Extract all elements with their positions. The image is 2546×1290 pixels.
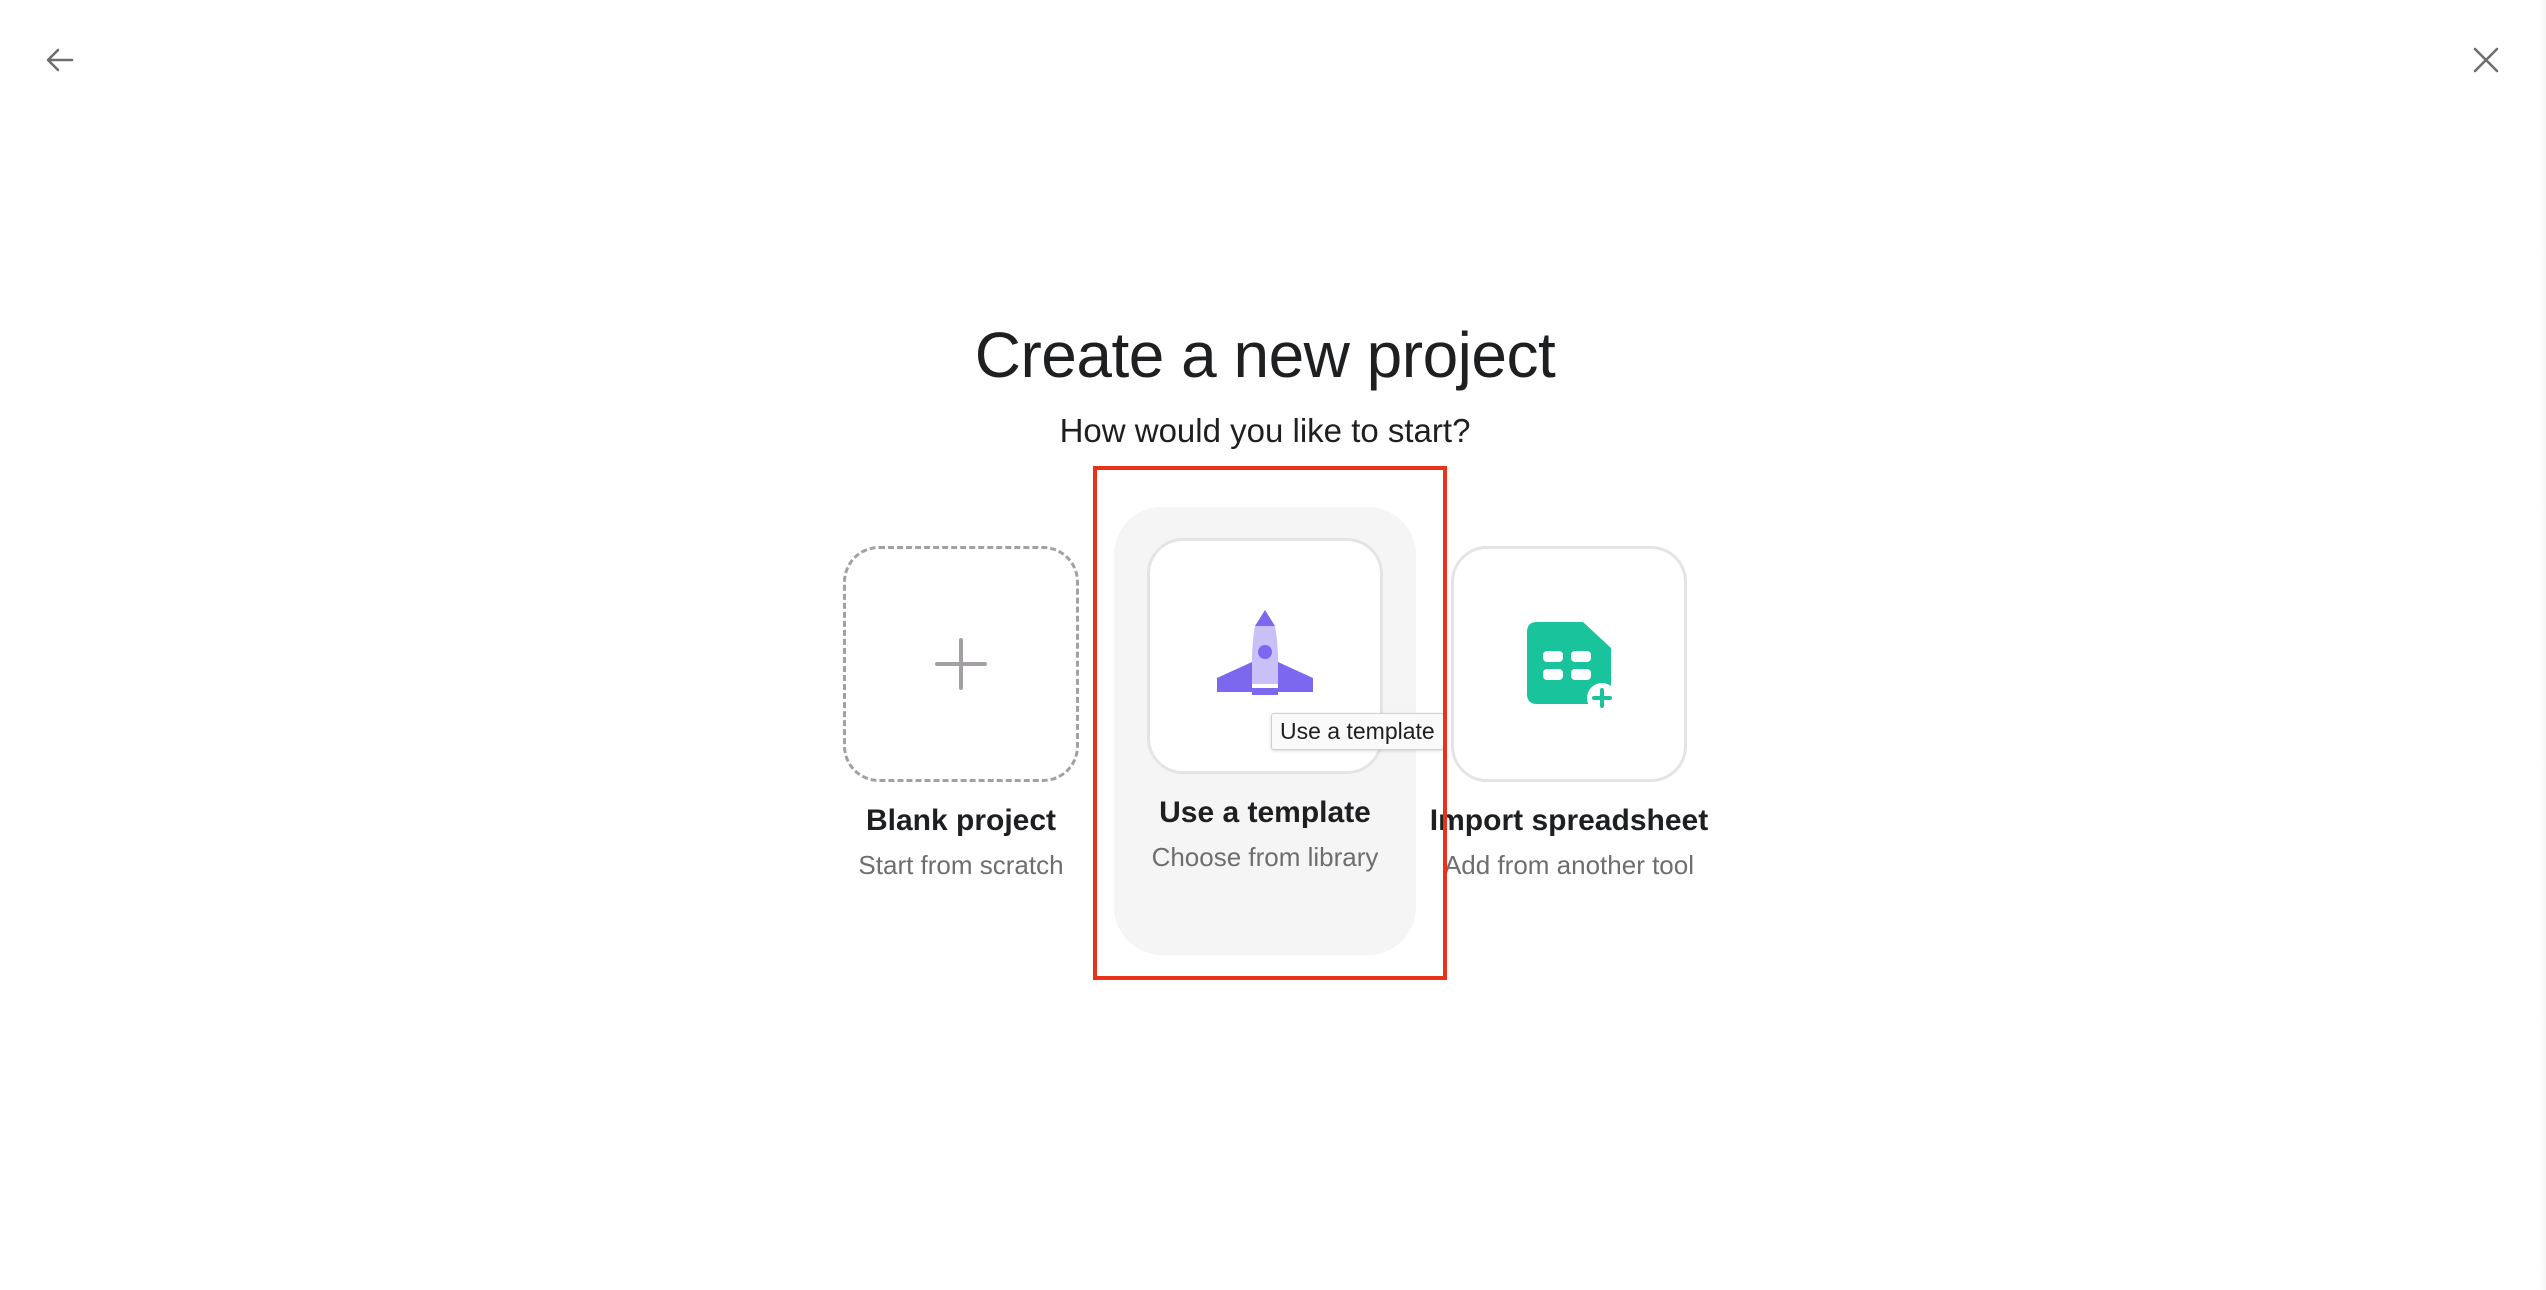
spreadsheet-import-icon (1527, 622, 1617, 713)
page-subtitle: How would you like to start? (1059, 412, 1471, 449)
option-description: Add from another tool (1443, 850, 1695, 880)
import-spreadsheet-tile[interactable] (1451, 546, 1687, 782)
use-template-option[interactable]: Use a template Choose from library (1125, 538, 1405, 873)
option-description: Start from scratch (858, 850, 1064, 880)
rocket-icon (1217, 610, 1313, 695)
blank-project-option[interactable]: Blank project Start from scratch (821, 546, 1101, 881)
plus-icon (935, 638, 987, 690)
back-button[interactable] (30, 30, 90, 90)
create-project-page: Create a new project How would you like … (0, 0, 2546, 1290)
close-button[interactable] (2456, 30, 2516, 90)
arrow-left-icon (46, 48, 74, 72)
option-label: Blank project (865, 804, 1057, 837)
option-label: Import spreadsheet (1429, 804, 1709, 837)
tooltip: Use a template (1271, 713, 1444, 750)
page-title: Create a new project (974, 319, 1556, 391)
close-icon (2473, 47, 2499, 73)
option-description: Choose from library (1151, 842, 1379, 872)
option-label: Use a template (1159, 796, 1371, 829)
window-edge (2540, 0, 2546, 1290)
import-spreadsheet-option[interactable]: Import spreadsheet Add from another tool (1429, 546, 1709, 881)
blank-project-tile[interactable] (843, 546, 1079, 782)
